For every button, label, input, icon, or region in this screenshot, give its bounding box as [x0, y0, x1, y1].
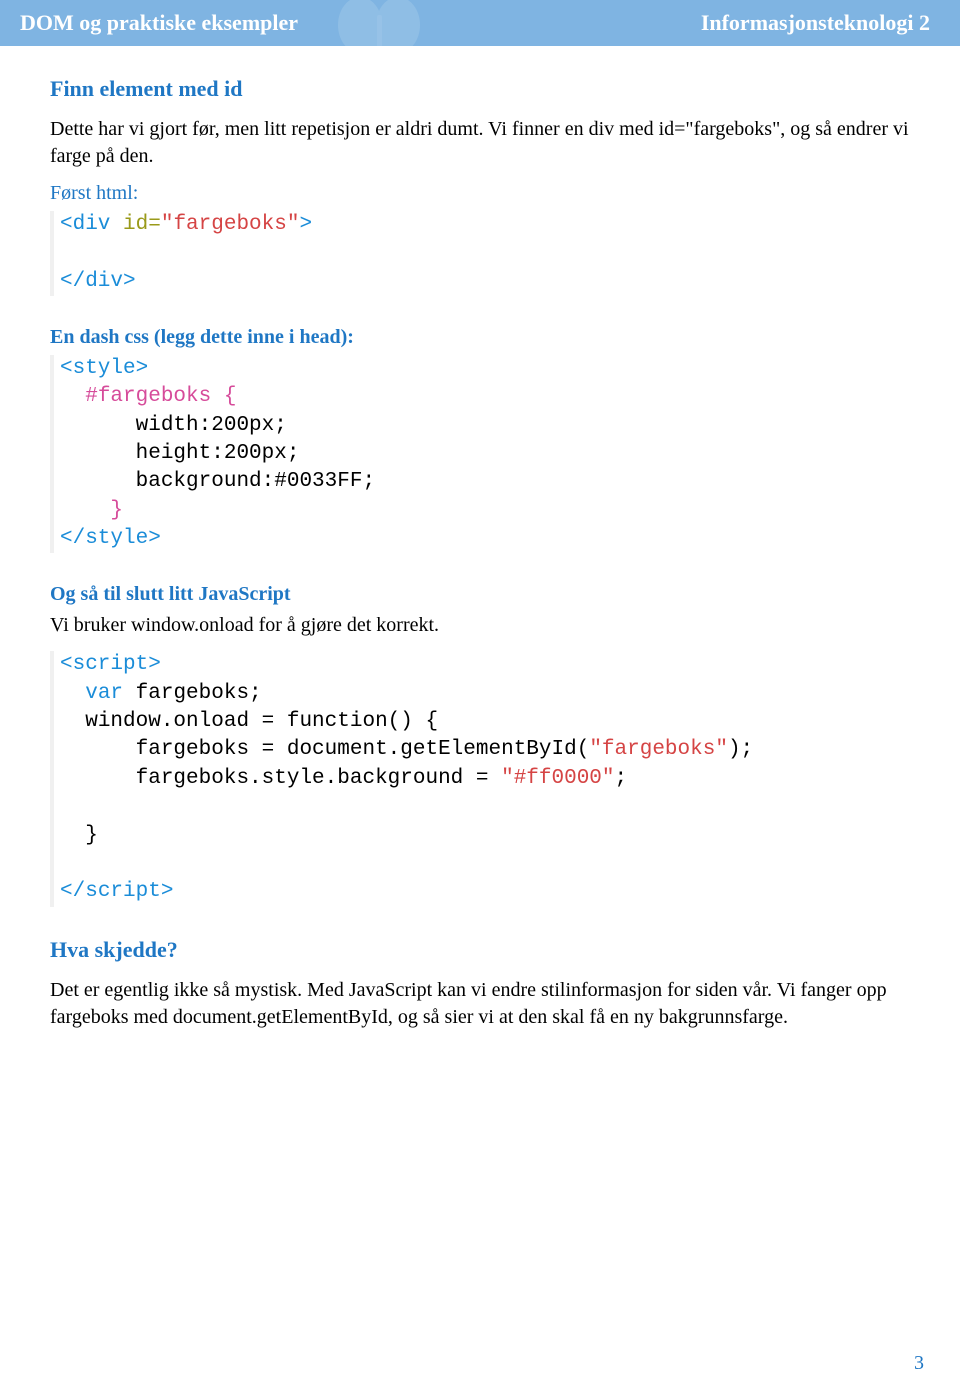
- code-token: script>: [85, 880, 173, 903]
- code-token: height:200px;: [136, 442, 300, 465]
- code-token: id=: [110, 213, 160, 236]
- header-left: DOM og praktiske eksempler: [20, 10, 298, 36]
- code-html: <div id="fargeboks"> </div>: [50, 211, 910, 296]
- header-right: Informasjonsteknologi 2: [701, 10, 930, 36]
- intro-paragraph: Dette har vi gjort før, men litt repetis…: [50, 116, 910, 170]
- code-token: </: [60, 880, 85, 903]
- code-token: fargeboks;: [123, 682, 262, 705]
- code-token: </style>: [60, 527, 161, 550]
- code-token: "#ff0000": [501, 767, 614, 790]
- code-token: background:#0033FF;: [136, 470, 375, 493]
- subheading-css: En dash css (legg dette inne i head):: [50, 326, 910, 349]
- butterfly-decoration: [320, 0, 440, 46]
- code-token: "fargeboks": [161, 213, 300, 236]
- page: DOM og praktiske eksempler Informasjonst…: [0, 0, 960, 1389]
- code-token: "fargeboks": [589, 738, 728, 761]
- code-token: }: [110, 499, 123, 522]
- code-token: width:200px;: [136, 414, 287, 437]
- subheading-js: Og så til slutt litt JavaScript: [50, 583, 910, 606]
- heading-find-element: Finn element med id: [50, 76, 910, 102]
- content: Finn element med id Dette har vi gjort f…: [0, 46, 960, 1031]
- code-token: <style>: [60, 357, 148, 380]
- header-bar: DOM og praktiske eksempler Informasjonst…: [0, 0, 960, 46]
- code-token: <div: [60, 213, 110, 236]
- js-note: Vi bruker window.onload for å gjøre det …: [50, 612, 910, 639]
- code-js: <script> var fargeboks; window.onload = …: [50, 651, 910, 906]
- page-number: 3: [914, 1352, 924, 1375]
- code-css: <style> #fargeboks { width:200px; height…: [50, 355, 910, 553]
- code-token: ;: [615, 767, 628, 790]
- code-token: var: [85, 682, 123, 705]
- code-token: }: [85, 824, 98, 847]
- code-token: <script>: [60, 653, 161, 676]
- heading-what-happened: Hva skjedde?: [50, 937, 910, 963]
- code-token: #fargeboks {: [85, 385, 236, 408]
- explanation-paragraph: Det er egentlig ikke så mystisk. Med Jav…: [50, 977, 910, 1031]
- subheading-html: Først html:: [50, 182, 910, 205]
- code-token: fargeboks.style.background =: [85, 767, 501, 790]
- code-token: window.onload = function() {: [85, 710, 438, 733]
- code-token: >: [299, 213, 312, 236]
- code-token: </div>: [60, 270, 136, 293]
- code-token: fargeboks = document.getElementById(: [85, 738, 589, 761]
- code-token: );: [728, 738, 753, 761]
